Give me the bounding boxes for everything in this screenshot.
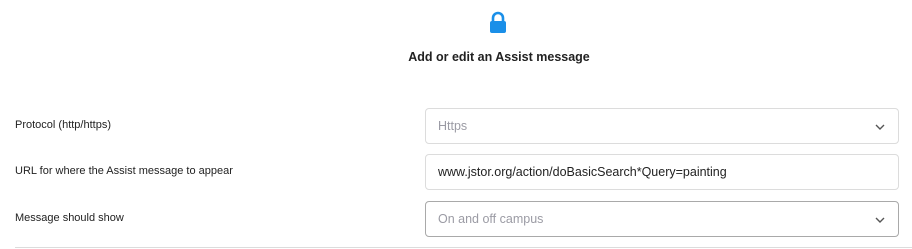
protocol-selected-value: Https [438,119,468,133]
protocol-select[interactable]: Https [425,108,899,144]
lock-icon [490,11,506,33]
dialog-title: Add or edit an Assist message [408,50,590,64]
protocol-row: Protocol (http/https) Https [0,108,912,144]
chevron-down-icon[interactable] [874,121,886,133]
url-input[interactable]: www.jstor.org/action/doBasicSearch*Query… [425,154,899,190]
dialog-header: Add or edit an Assist message [0,0,912,80]
url-row: URL for where the Assist message to appe… [0,154,912,190]
display-label: Message should show [15,212,124,224]
bottom-divider [15,247,912,248]
protocol-label: Protocol (http/https) [15,119,111,131]
url-label: URL for where the Assist message to appe… [15,165,233,177]
chevron-down-icon[interactable] [874,214,886,226]
message-show-select[interactable]: On and off campus [425,201,899,237]
url-input-value: www.jstor.org/action/doBasicSearch*Query… [438,165,727,179]
display-row: Message should show On and off campus [0,201,912,237]
message-show-selected-value: On and off campus [438,212,544,226]
